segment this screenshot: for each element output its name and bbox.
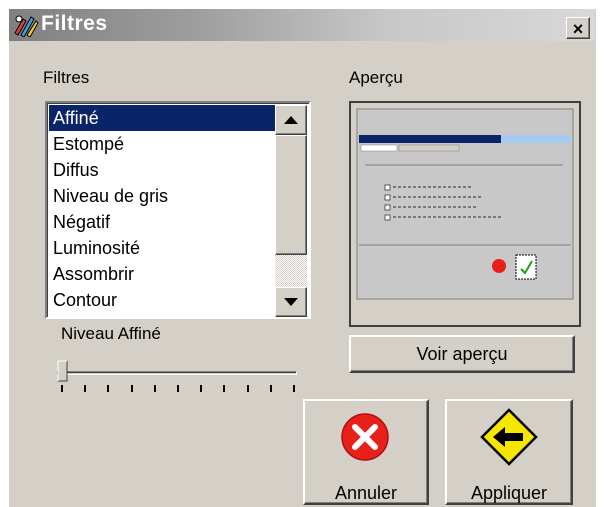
list-item[interactable]: Niveau de gris	[49, 183, 282, 209]
list-item[interactable]: Affiné	[49, 105, 282, 131]
scroll-down-button[interactable]	[275, 287, 307, 317]
level-slider-thumb[interactable]	[57, 360, 69, 382]
filters-listbox[interactable]: Affiné Estompé Diffus Niveau de gris Négatif…	[45, 101, 311, 319]
filters-label: Filtres	[43, 68, 90, 87]
brush-palette-icon	[14, 15, 39, 37]
list-item[interactable]: Estompé	[49, 131, 282, 157]
arrow-down-icon	[284, 298, 298, 306]
slider-tick	[154, 385, 156, 392]
cancel-button[interactable]: Annuler	[303, 399, 429, 505]
slider-tick	[247, 385, 249, 392]
list-item[interactable]: Luminosité	[49, 235, 282, 261]
title-bar[interactable]: Filtres	[9, 9, 595, 41]
preview-pane	[349, 101, 581, 327]
cancel-x-icon	[341, 413, 389, 461]
slider-tick	[107, 385, 109, 392]
slider-tick	[223, 385, 225, 392]
level-label: Niveau Affiné	[61, 324, 161, 343]
arrow-up-icon	[284, 116, 298, 124]
preview-button[interactable]: Voir aperçu	[349, 335, 575, 373]
preview-label: Aperçu	[349, 68, 403, 87]
slider-tick	[61, 385, 63, 392]
cancel-label: Annuler	[334, 483, 398, 503]
close-icon: ×	[572, 19, 584, 39]
list-item[interactable]: Diffus	[49, 157, 282, 183]
slider-ticks	[61, 385, 297, 393]
apply-label: Appliquer	[470, 483, 548, 503]
slider-tick	[131, 385, 133, 392]
slider-tick	[84, 385, 86, 392]
listbox-scrollbar[interactable]	[275, 105, 307, 317]
list-item[interactable]: Négatif	[49, 209, 282, 235]
scroll-up-button[interactable]	[275, 105, 307, 135]
slider-tick	[177, 385, 179, 392]
slider-tick	[200, 385, 202, 392]
filters-dialog: Filtres × Filtres Aperçu Affiné Estompé Di…	[8, 8, 596, 507]
close-button[interactable]: ×	[566, 17, 590, 39]
slider-tick	[293, 385, 295, 392]
level-slider-track[interactable]	[57, 371, 297, 375]
list-item[interactable]: Contour	[49, 287, 282, 313]
preview-thumbnail	[356, 108, 574, 300]
window-title: Filtres	[41, 12, 108, 35]
arrow-left-sign-icon	[480, 408, 538, 466]
slider-tick	[270, 385, 272, 392]
apply-button[interactable]: Appliquer	[445, 399, 573, 505]
scroll-thumb[interactable]	[275, 135, 307, 255]
list-item[interactable]: Assombrir	[49, 261, 282, 287]
